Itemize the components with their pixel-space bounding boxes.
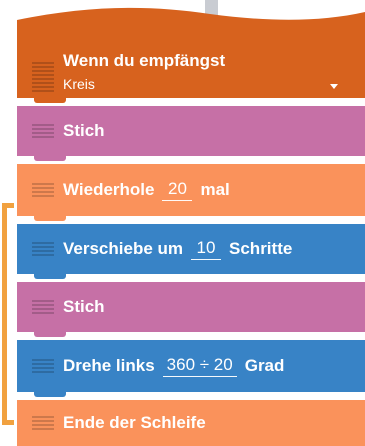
message-dropdown[interactable]: Kreis — [63, 76, 95, 92]
turn-degrees-field[interactable]: 360 ÷ 20 — [162, 355, 237, 377]
move-block[interactable]: Verschiebe um 10 Schritte — [17, 224, 365, 279]
block-notch — [34, 155, 66, 161]
when-received-title: Wenn du empfängst — [63, 51, 226, 70]
grip-lines-icon[interactable] — [32, 124, 54, 138]
repeat-unit-label: mal — [200, 180, 230, 199]
block-notch — [34, 215, 66, 221]
stitch-label: Stich — [63, 297, 105, 316]
grip-lines-icon[interactable] — [32, 300, 54, 314]
block-notch — [34, 331, 66, 337]
grip-lines-icon[interactable] — [32, 62, 54, 92]
end-loop-label: Ende der Schleife — [63, 413, 206, 432]
repeat-count-field[interactable]: 20 — [162, 179, 193, 201]
move-unit-label: Schritte — [229, 239, 293, 258]
grip-lines-icon[interactable] — [32, 416, 54, 430]
loop-bracket — [2, 203, 14, 425]
code-canvas: Wenn du empfängst Kreis Stich Wiederhole… — [0, 0, 365, 446]
grip-lines-icon[interactable] — [32, 359, 54, 373]
grip-lines-icon[interactable] — [32, 183, 54, 197]
block-notch — [34, 97, 66, 103]
grip-lines-icon[interactable] — [32, 242, 54, 256]
turn-left-block[interactable]: Drehe links 360 ÷ 20 Grad — [17, 340, 365, 397]
block-notch — [34, 391, 66, 397]
repeat-label: Wiederhole — [63, 180, 155, 199]
stitch-block[interactable]: Stich — [17, 106, 365, 161]
stitch-block[interactable]: Stich — [17, 282, 365, 337]
turn-unit-label: Grad — [244, 356, 285, 375]
end-loop-block[interactable]: Ende der Schleife — [17, 400, 365, 446]
turn-label: Drehe links — [63, 356, 155, 375]
move-label: Verschiebe um — [63, 239, 184, 258]
when-received-block[interactable]: Wenn du empfängst Kreis — [17, 40, 365, 103]
block-notch — [34, 273, 66, 279]
stitch-label: Stich — [63, 121, 105, 140]
hat-block-cap — [17, 7, 365, 40]
repeat-block[interactable]: Wiederhole 20 mal — [17, 164, 365, 221]
caret-down-icon[interactable] — [330, 84, 338, 89]
move-steps-field[interactable]: 10 — [191, 238, 222, 260]
